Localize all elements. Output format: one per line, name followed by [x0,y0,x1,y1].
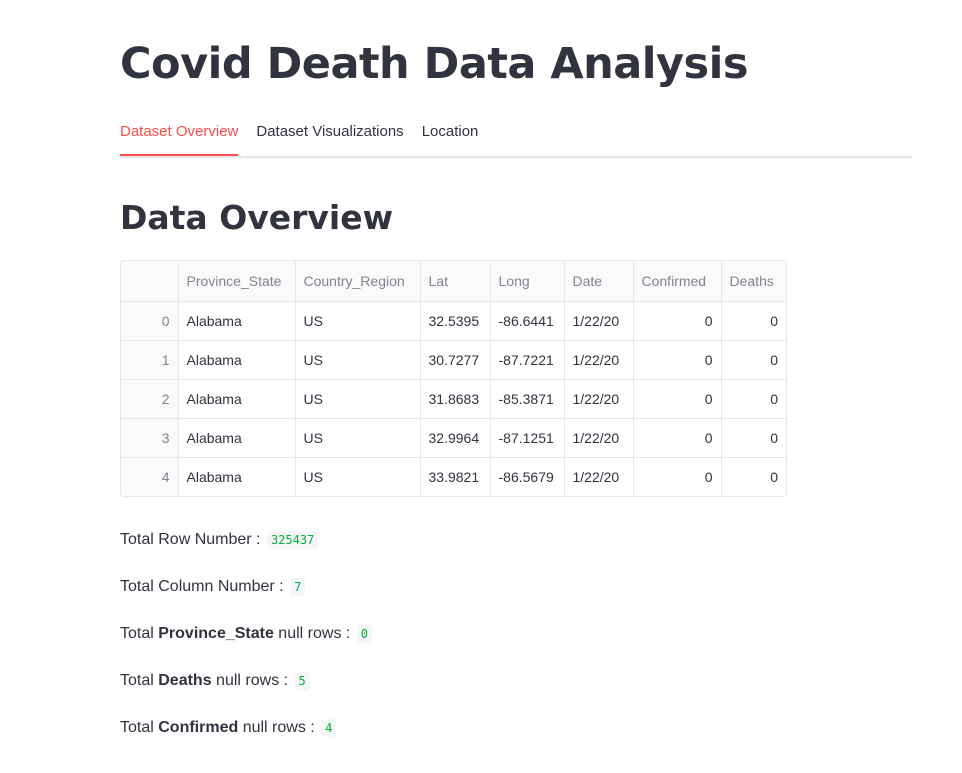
country-region-cell[interactable]: US [295,418,421,458]
lat-cell[interactable]: 31.8683 [420,379,491,419]
lat-cell[interactable]: 32.9964 [420,418,491,458]
total-row-number-stat: Total Row Number : 325437 [120,526,372,573]
row-index-cell: 0 [121,301,179,341]
column-header-confirmed[interactable]: Confirmed [633,261,722,302]
column-header-deaths[interactable]: Deaths [721,261,786,302]
stat-label: Total Row Number : [120,531,265,548]
province-state-cell[interactable]: Alabama [178,340,296,380]
tab-location[interactable]: Location [422,118,479,154]
page-title: Covid Death Data Analysis [120,39,749,89]
confirmed-cell[interactable]: 0 [633,301,722,341]
country-region-cell[interactable]: US [295,340,421,380]
date-cell[interactable]: 1/22/20 [564,379,634,419]
column-header-province-state[interactable]: Province_State [178,261,296,302]
country-region-cell[interactable]: US [295,301,421,341]
column-header-country-region[interactable]: Country_Region [295,261,421,302]
total-column-number-stat: Total Column Number : 7 [120,573,372,620]
stat-label-prefix: Total [120,625,159,642]
province-state-cell[interactable]: Alabama [178,457,296,496]
deaths-null-stat: Total Deaths null rows : 5 [120,667,372,714]
confirmed-cell[interactable]: 0 [633,457,722,496]
stat-column-name: Deaths [158,672,212,689]
date-cell[interactable]: 1/22/20 [564,457,634,496]
country-region-cell[interactable]: US [295,379,421,419]
lat-cell[interactable]: 32.5395 [420,301,491,341]
table-header-row: Province_State Country_Region Lat Long D… [121,261,786,302]
long-cell[interactable]: -87.7221 [490,340,565,380]
long-cell[interactable]: -85.3871 [490,379,565,419]
tab-bar: Dataset Overview Dataset Visualizations … [120,118,912,158]
stat-value: 325437 [266,531,319,549]
table-row: 0 Alabama US 32.5395 -86.6441 1/22/20 0 … [121,301,786,341]
confirmed-cell[interactable]: 0 [633,340,722,380]
tab-dataset-overview[interactable]: Dataset Overview [120,118,239,156]
row-index-cell: 3 [121,418,179,458]
date-cell[interactable]: 1/22/20 [564,301,634,341]
table-row: 3 Alabama US 32.9964 -87.1251 1/22/20 0 … [121,418,786,458]
stat-label-suffix: null rows : [273,625,355,642]
date-cell[interactable]: 1/22/20 [564,418,634,458]
stat-label-prefix: Total [120,719,159,736]
province-state-cell[interactable]: Alabama [178,379,296,419]
province-state-cell[interactable]: Alabama [178,301,296,341]
stat-value: 7 [290,578,306,596]
deaths-cell[interactable]: 0 [721,340,786,380]
stat-label: Total Column Number : [120,578,289,595]
stat-value: 5 [294,672,310,690]
date-cell[interactable]: 1/22/20 [564,340,634,380]
row-index-cell: 4 [121,457,179,496]
confirmed-null-stat: Total Confirmed null rows : 4 [120,714,372,761]
deaths-cell[interactable]: 0 [721,301,786,341]
long-cell[interactable]: -87.1251 [490,418,565,458]
column-header-index[interactable] [121,261,179,302]
section-heading: Data Overview [120,198,394,237]
stats-section: Total Row Number : 325437 Total Column N… [120,526,373,761]
long-cell[interactable]: -86.6441 [490,301,565,341]
lat-cell[interactable]: 30.7277 [420,340,491,380]
lat-cell[interactable]: 33.9821 [420,457,491,496]
long-cell[interactable]: -86.5679 [490,457,565,496]
column-header-date[interactable]: Date [564,261,634,302]
stat-value: 0 [356,625,373,643]
row-index-cell: 2 [121,379,179,419]
province-state-null-stat: Total Province_State null rows : 0 [120,620,373,667]
stat-label-prefix: Total [120,672,159,689]
row-index-cell: 1 [121,340,179,380]
data-table[interactable]: Province_State Country_Region Lat Long D… [120,260,787,497]
deaths-cell[interactable]: 0 [721,418,786,458]
column-header-long[interactable]: Long [490,261,565,302]
tab-dataset-visualizations[interactable]: Dataset Visualizations [256,118,403,154]
deaths-cell[interactable]: 0 [721,458,786,497]
deaths-cell[interactable]: 0 [721,379,786,419]
confirmed-cell[interactable]: 0 [633,379,722,419]
stat-label-suffix: null rows : [211,672,293,689]
stat-value: 4 [321,719,337,737]
table-row: 4 Alabama US 33.9821 -86.5679 1/22/20 0 … [121,457,786,497]
stat-column-name: Confirmed [158,719,239,736]
stat-column-name: Province_State [158,625,274,642]
table-row: 2 Alabama US 31.8683 -85.3871 1/22/20 0 … [121,379,786,419]
column-header-lat[interactable]: Lat [420,261,491,302]
confirmed-cell[interactable]: 0 [633,418,722,458]
country-region-cell[interactable]: US [295,457,421,496]
stat-label-suffix: null rows : [238,719,320,736]
province-state-cell[interactable]: Alabama [178,418,296,458]
table-row: 1 Alabama US 30.7277 -87.7221 1/22/20 0 … [121,340,786,380]
